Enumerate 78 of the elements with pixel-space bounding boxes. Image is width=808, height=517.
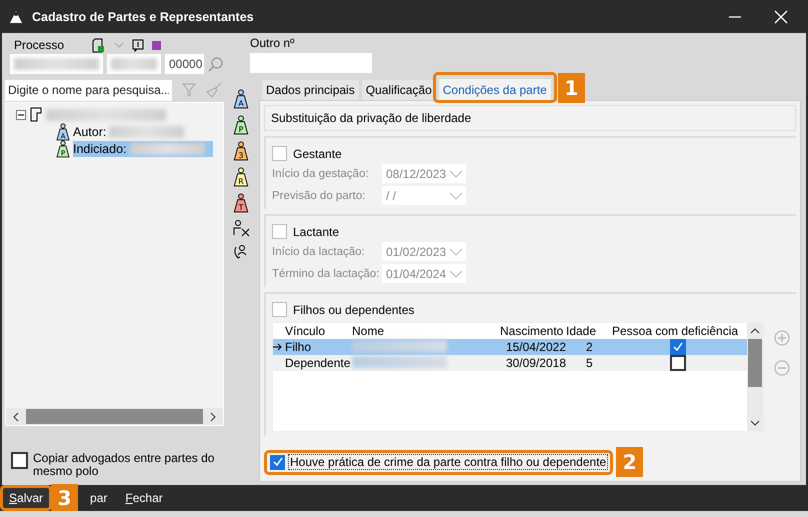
checkbox[interactable]: [670, 355, 686, 371]
text-field[interactable]: [250, 53, 372, 73]
column-header[interactable]: Vínculo: [285, 324, 352, 338]
table-cell-text: 2: [585, 340, 594, 354]
checkbox-label: Gestante: [293, 146, 342, 160]
scroll-left-icon[interactable]: [12, 412, 20, 422]
checkbox[interactable]: [670, 339, 686, 355]
scroll-down-icon[interactable]: [750, 419, 760, 427]
field-label: Início da gestação:: [272, 168, 370, 180]
person-remove-icon[interactable]: [232, 219, 250, 237]
redacted-field[interactable]: [10, 54, 103, 74]
column-header[interactable]: Nome: [352, 324, 500, 338]
filter-icon[interactable]: [182, 83, 196, 97]
broom-icon[interactable]: [206, 82, 222, 98]
date-field[interactable]: 01/04/2024: [382, 264, 466, 283]
column-header[interactable]: Idade: [566, 324, 612, 338]
tree-item[interactable]: Autor:: [73, 124, 192, 140]
app-icon: [8, 8, 24, 24]
redacted-field[interactable]: [107, 54, 161, 74]
scroll-up-icon[interactable]: [750, 327, 760, 335]
callout-badge: 3: [51, 484, 78, 512]
add-icon[interactable]: [774, 330, 790, 346]
chevron-down-icon[interactable]: [449, 170, 463, 178]
date-field[interactable]: 08/12/2023: [382, 164, 466, 183]
field-label: Término da lactação:: [272, 268, 380, 280]
checkbox-label: Filhos ou dependentes: [293, 302, 414, 316]
scrollbar-thumb[interactable]: [26, 409, 203, 424]
tree-item[interactable]: Indiciado:: [73, 140, 213, 156]
toolbar-button[interactable]: Fechar: [119, 487, 169, 509]
current-row-icon: [273, 343, 282, 351]
remove-icon[interactable]: [774, 360, 790, 376]
column-header[interactable]: Pessoa com deficiência: [612, 324, 744, 338]
callout-badge: 2: [616, 447, 644, 477]
field-label: Outro nº: [250, 36, 294, 50]
chevron-down-icon[interactable]: [114, 41, 124, 49]
table-cell-text: Filho: [285, 340, 312, 354]
field-label: Processo: [14, 38, 64, 52]
table-cell-text: 15/04/2022: [504, 340, 566, 354]
checkbox[interactable]: [272, 224, 287, 239]
checkbox[interactable]: [11, 452, 28, 469]
scroll-right-icon[interactable]: [209, 412, 217, 422]
tab[interactable]: Dados principais: [262, 80, 359, 100]
info-icon[interactable]: [132, 38, 144, 52]
scrollbar-thumb[interactable]: [748, 339, 762, 387]
toolbar-button[interactable]: par: [84, 487, 114, 509]
tab[interactable]: Condições da parte: [438, 79, 551, 100]
number-field[interactable]: 00000: [165, 54, 204, 74]
square-icon: [152, 40, 162, 50]
window-title: Cadastro de Partes e Representantes: [32, 10, 255, 24]
table-cell-text: Dependente: [285, 356, 352, 370]
checkbox-label: Copiar advogados entre partes do mesmo polo: [33, 452, 216, 478]
close-icon[interactable]: [774, 10, 788, 24]
checkbox[interactable]: [272, 146, 287, 161]
document-icon[interactable]: [92, 38, 106, 52]
chevron-down-icon[interactable]: [449, 270, 463, 278]
date-field[interactable]: 01/02/2023: [382, 242, 466, 261]
table-cell-text: 30/09/2018: [504, 356, 566, 370]
field-label: Início da lactação:: [272, 246, 366, 258]
collapse-icon[interactable]: [16, 110, 26, 120]
chevron-down-icon[interactable]: [449, 192, 463, 200]
date-field[interactable]: / /: [382, 186, 466, 205]
section-header: Substituição da privação de liberdade: [264, 105, 796, 131]
checkbox-label: Lactante: [293, 224, 340, 238]
checkbox[interactable]: [272, 302, 287, 317]
table-cell-text: 5: [585, 356, 594, 370]
table-row[interactable]: Dependente 30/09/2018 5: [273, 355, 747, 371]
toolbar-button[interactable]: Salvar: [3, 487, 50, 509]
callout-badge: 1: [558, 73, 585, 103]
column-header[interactable]: Nascimento: [500, 324, 566, 338]
tab[interactable]: Qualificação: [362, 80, 436, 100]
checkbox-label: Houve prática de crime da parte contra filho ou dependente: [289, 455, 608, 469]
check-icon: [672, 341, 684, 353]
chevron-down-icon[interactable]: [449, 248, 463, 256]
checkbox[interactable]: [270, 454, 285, 470]
document-icon: [30, 107, 42, 122]
field-label: Previsão do parto:: [272, 190, 366, 202]
search-icon[interactable]: [208, 56, 224, 72]
table-row[interactable]: Filho 15/04/2022 2: [273, 339, 747, 355]
